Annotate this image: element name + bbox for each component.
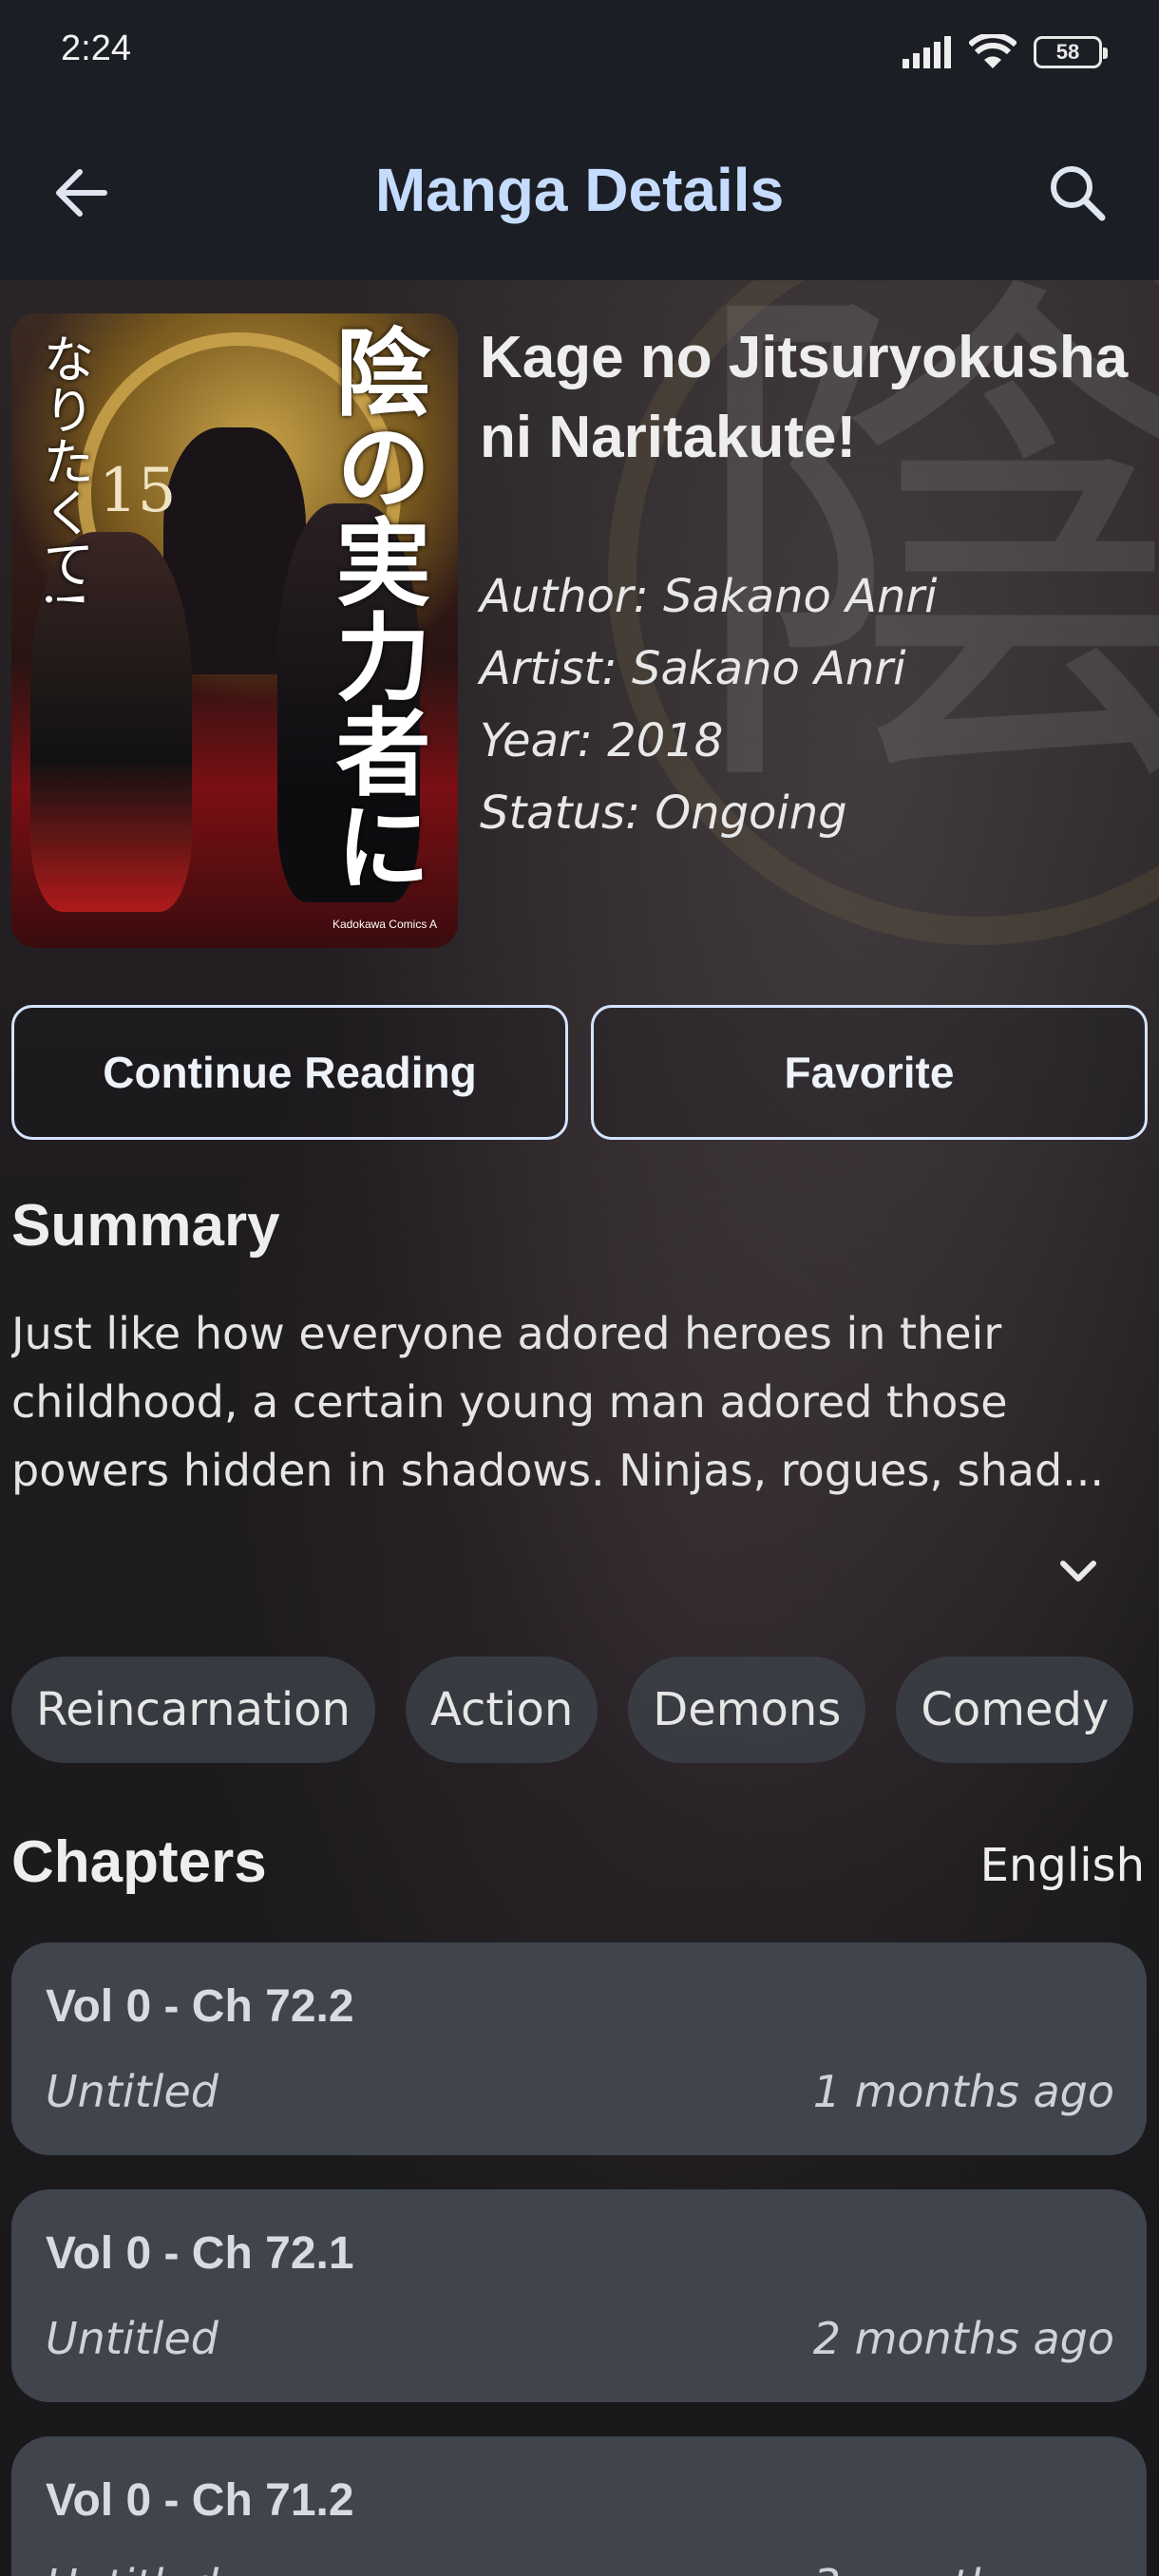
search-icon[interactable] [1043,159,1112,227]
language-selector[interactable]: English [980,1839,1145,1892]
summary-heading: Summary [11,1193,280,1259]
status-bar: 2:24 58 [0,0,1159,109]
chapter-card[interactable]: Vol 0 - Ch 71.2 Untitled 3 months ago [11,2436,1147,2576]
chapter-title: Vol 0 - Ch 72.2 [46,1981,354,2032]
page-title: Manga Details [374,156,785,224]
cover-publisher-logo: Kadokawa Comics A [332,918,437,931]
chapter-card[interactable]: Vol 0 - Ch 72.1 Untitled 2 months ago [11,2189,1147,2402]
status-time: 2:24 [61,28,131,68]
chapter-time: 2 months ago [812,2313,1114,2364]
chapter-subtitle: Untitled [46,2560,218,2576]
tag-chip[interactable]: Comedy [896,1657,1134,1763]
favorite-button[interactable]: Favorite [591,1005,1148,1140]
manga-author: Author: Sakano Anri [480,570,938,623]
status-icons: 58 [902,34,1108,70]
manga-cover: 陰の実力者に なりたくて! 15 Kadokawa Comics A [11,313,458,948]
cover-volume-number: 15 [99,456,177,526]
chapter-subtitle: Untitled [46,2066,218,2117]
chapter-subtitle: Untitled [46,2313,218,2364]
cover-title-text: 陰の実力者に [319,323,431,893]
app-bar: Manga Details [0,109,1159,280]
manga-artist: Artist: Sakano Anri [480,642,906,695]
chapters-heading: Chapters [11,1829,267,1895]
battery-icon: 58 [1034,36,1108,68]
signal-icon [902,36,951,68]
tag-chip[interactable]: Action [405,1657,598,1763]
continue-reading-button[interactable]: Continue Reading [11,1005,568,1140]
chevron-down-icon[interactable] [1050,1548,1107,1596]
genre-tags: Reincarnation Action Demons Comedy [11,1657,1159,1763]
chapter-title: Vol 0 - Ch 72.1 [46,2228,354,2279]
chapter-card[interactable]: Vol 0 - Ch 72.2 Untitled 1 months ago [11,1942,1147,2155]
manga-year: Year: 2018 [480,714,724,767]
chapter-time: 3 months ago [813,2560,1114,2576]
manga-title: Kage no Jitsuryokusha ni Naritakute! [480,325,1129,470]
wifi-icon [969,34,1016,68]
tag-chip[interactable]: Demons [628,1657,866,1763]
cover-subtitle-text: なりたくて! [34,332,94,610]
manga-status: Status: Ongoing [480,786,847,840]
chapter-title: Vol 0 - Ch 71.2 [46,2475,354,2526]
chapter-time: 1 months ago [812,2066,1114,2117]
summary-text: Just like how everyone adored heroes in … [11,1308,1105,1496]
tag-chip[interactable]: Reincarnation [11,1657,375,1763]
